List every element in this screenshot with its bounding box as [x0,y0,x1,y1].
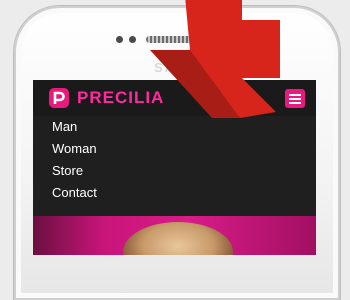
sensor-dot [129,36,136,43]
menu-item-store[interactable]: Store [52,163,83,179]
logo-p-glyph [53,91,65,104]
menu-item-contact[interactable]: Contact [52,185,97,201]
hero-banner [33,216,316,255]
logo-p-icon[interactable] [49,88,69,108]
sensor-dot [116,36,123,43]
dropdown-menu: Man Woman Store Contact [33,116,316,216]
menu-item-woman[interactable]: Woman [52,141,97,157]
front-sensors [116,36,136,43]
hero-model-image [123,222,233,255]
menu-item-man[interactable]: Man [52,119,77,135]
arrow-icon [150,0,280,118]
